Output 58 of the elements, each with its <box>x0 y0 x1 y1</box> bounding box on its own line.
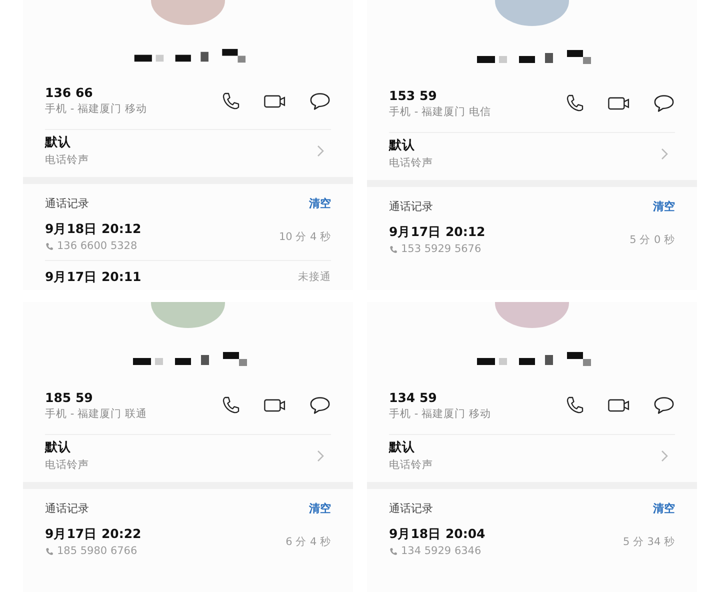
chevron-icon <box>661 450 669 462</box>
ringtone-value: 默认 <box>45 134 72 152</box>
call-number: 185 5980 6766 <box>57 545 138 557</box>
message-icon[interactable] <box>653 93 675 113</box>
phone-icon <box>389 546 398 556</box>
number-location: 手机 - 福建厦门 移动 <box>45 102 148 116</box>
phone-icon[interactable] <box>565 93 585 113</box>
ringtone-label: 电话铃声 <box>45 458 90 472</box>
call-duration: 6 分 4 秒 <box>286 534 331 548</box>
number-location: 手机 - 福建厦门 联通 <box>45 406 148 420</box>
phone-icon <box>389 244 398 254</box>
clear-button[interactable]: 清空 <box>309 501 331 516</box>
ringtone-row[interactable]: 默认 电话铃声 <box>45 129 331 174</box>
call-duration: 未接通 <box>298 270 331 284</box>
call-date: 9月18日 20:04 <box>389 526 486 543</box>
chevron-icon <box>317 144 325 157</box>
call-date: 9月17日 20:22 <box>45 526 142 543</box>
phone-number: 134 59 <box>389 390 438 404</box>
message-icon[interactable] <box>309 395 331 415</box>
number-location: 手机 - 福建厦门 移动 <box>389 406 492 420</box>
call-log-title: 通话记录 <box>45 196 89 212</box>
ringtone-label: 电话铃声 <box>45 153 90 168</box>
message-icon[interactable] <box>309 90 331 111</box>
phone-icon[interactable] <box>221 395 241 415</box>
phone-icon <box>45 546 54 556</box>
clear-button[interactable]: 清空 <box>653 501 675 516</box>
phone-number: 153 59 <box>389 88 438 102</box>
ringtone-row[interactable]: 默认 电话铃声 <box>389 434 675 478</box>
clear-button[interactable]: 清空 <box>309 196 331 212</box>
ringtone-row[interactable]: 默认 电话铃声 <box>45 434 331 478</box>
phone-icon[interactable] <box>221 90 241 111</box>
ringtone-row[interactable]: 默认 电话铃声 <box>389 132 675 176</box>
call-date: 9月17日 20:11 <box>45 268 142 286</box>
ringtone-label: 电话铃声 <box>389 156 434 170</box>
call-log-title: 通话记录 <box>389 501 433 516</box>
ringtone-value: 默认 <box>45 439 72 456</box>
call-duration: 10 分 4 秒 <box>278 230 331 244</box>
number-location: 手机 - 福建厦门 电信 <box>389 104 492 118</box>
phone-icon[interactable] <box>565 395 585 415</box>
call-log-title: 通话记录 <box>45 501 89 516</box>
phone-number: 185 59 <box>45 390 94 404</box>
chevron-icon <box>661 148 669 160</box>
call-date: 9月17日 20:12 <box>389 224 486 241</box>
call-number: 134 5929 6346 <box>401 545 482 557</box>
ringtone-value: 默认 <box>389 137 416 154</box>
call-duration: 5 分 0 秒 <box>630 232 675 246</box>
ringtone-value: 默认 <box>389 439 416 456</box>
call-log-title: 通话记录 <box>389 199 433 214</box>
clear-button[interactable]: 清空 <box>653 199 675 214</box>
call-date: 9月18日 20:12 <box>45 221 142 238</box>
call-duration: 5 分 34 秒 <box>622 534 675 548</box>
phone-icon <box>45 242 54 251</box>
chevron-icon <box>317 450 325 462</box>
call-number: 153 5929 5676 <box>401 243 482 255</box>
ringtone-label: 电话铃声 <box>389 458 434 472</box>
call-number: 136 6600 5328 <box>57 240 138 252</box>
message-icon[interactable] <box>653 395 675 415</box>
phone-number: 136 66 <box>45 85 94 100</box>
